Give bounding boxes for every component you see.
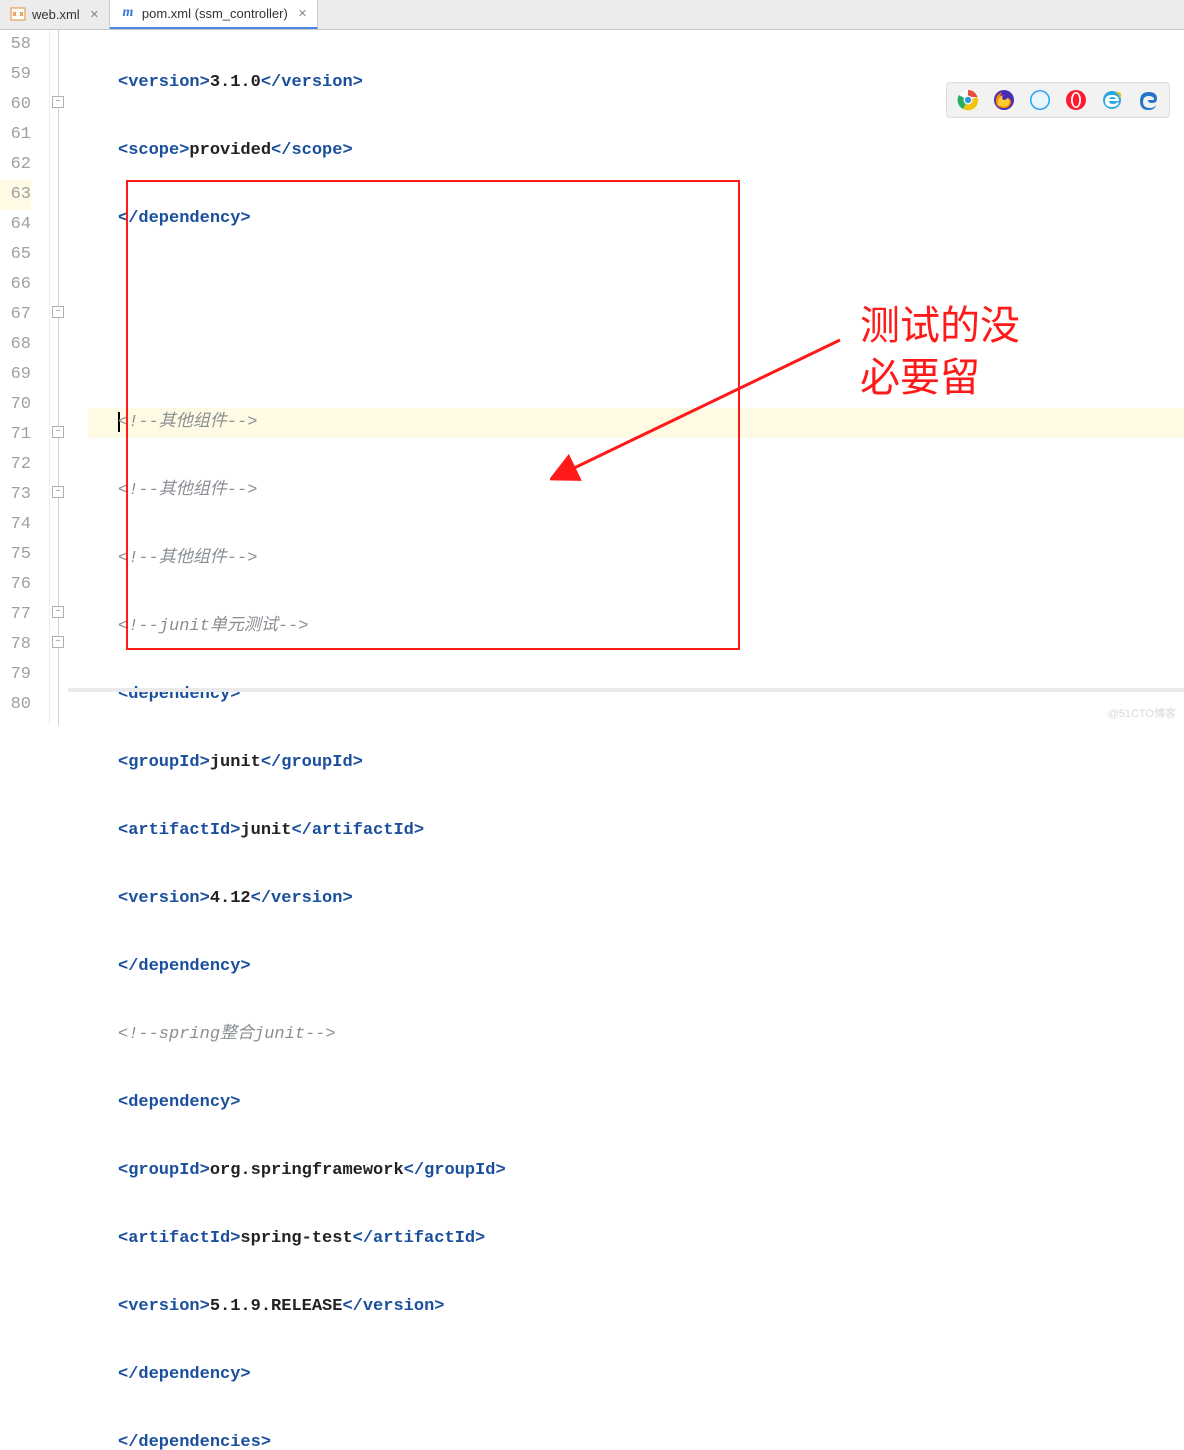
opera-icon[interactable] <box>1065 89 1087 111</box>
line-number: 73 <box>0 480 31 510</box>
code-line[interactable]: </dependencies> <box>88 1428 1184 1450</box>
code-line[interactable]: <dependency> <box>88 680 1184 710</box>
watermark-text: @51CTO博客 <box>1108 705 1176 721</box>
ie-icon[interactable] <box>1101 89 1123 111</box>
line-number: 77 <box>0 600 31 630</box>
line-number: 72 <box>0 450 31 480</box>
line-number: 75 <box>0 540 31 570</box>
annotation-text: 测试的没 必要留 <box>860 300 1020 404</box>
line-number: 65 <box>0 240 31 270</box>
tab-label: web.xml <box>32 7 80 22</box>
line-number: 76 <box>0 570 31 600</box>
line-number: 78 <box>0 630 31 660</box>
line-number: 69 <box>0 360 31 390</box>
line-number: 67 <box>0 300 31 330</box>
fold-toggle-icon[interactable]: – <box>52 606 64 618</box>
close-icon[interactable]: ✕ <box>298 7 307 20</box>
line-number: 74 <box>0 510 31 540</box>
edge-icon[interactable] <box>1137 89 1159 111</box>
annotation-line: 测试的没 <box>860 300 1020 352</box>
code-line[interactable]: </dependency> <box>88 204 1184 234</box>
line-number: 66 <box>0 270 31 300</box>
xml-file-icon <box>10 6 26 22</box>
code-line[interactable]: <!--junit单元测试--> <box>88 612 1184 642</box>
code-line[interactable]: <!--其他组件--> <box>88 544 1184 574</box>
line-number: 80 <box>0 690 31 720</box>
firefox-icon[interactable] <box>993 89 1015 111</box>
fold-column[interactable]: – – – – – – <box>50 30 68 725</box>
tab-label: pom.xml (ssm_controller) <box>142 6 288 21</box>
code-line[interactable]: <artifactId>spring-test</artifactId> <box>88 1224 1184 1254</box>
line-number: 79 <box>0 660 31 690</box>
line-number: 71 <box>0 420 31 450</box>
fold-toggle-icon[interactable]: – <box>52 96 64 108</box>
annotation-arrow <box>550 320 860 490</box>
browser-preview-toolbar <box>946 82 1170 118</box>
tab-pomxml[interactable]: m pom.xml (ssm_controller) ✕ <box>110 0 318 29</box>
fold-toggle-icon[interactable]: – <box>52 636 64 648</box>
code-line[interactable]: <version>4.12</version> <box>88 884 1184 914</box>
code-line[interactable]: <artifactId>junit</artifactId> <box>88 816 1184 846</box>
line-number: 58 <box>0 30 31 60</box>
section-separator <box>68 688 1184 692</box>
code-line[interactable]: </dependency> <box>88 952 1184 982</box>
tab-webxml[interactable]: web.xml ✕ <box>0 0 110 29</box>
line-number: 70 <box>0 390 31 420</box>
safari-icon[interactable] <box>1029 89 1051 111</box>
line-number: 64 <box>0 210 31 240</box>
line-number: 62 <box>0 150 31 180</box>
code-line[interactable]: <groupId>org.springframework</groupId> <box>88 1156 1184 1186</box>
line-number: 59 <box>0 60 31 90</box>
code-line[interactable] <box>88 272 1184 302</box>
annotation-line: 必要留 <box>860 352 1020 404</box>
code-line[interactable]: </dependency> <box>88 1360 1184 1390</box>
line-number: 63 <box>0 180 31 210</box>
line-number: 61 <box>0 120 31 150</box>
fold-toggle-icon[interactable]: – <box>52 426 64 438</box>
tab-bar: web.xml ✕ m pom.xml (ssm_controller) ✕ <box>0 0 1184 30</box>
fold-toggle-icon[interactable]: – <box>52 306 64 318</box>
code-line[interactable]: <dependency> <box>88 1088 1184 1118</box>
code-line[interactable]: <groupId>junit</groupId> <box>88 748 1184 778</box>
chrome-icon[interactable] <box>957 89 979 111</box>
maven-file-icon: m <box>120 5 136 21</box>
line-number: 60 <box>0 90 31 120</box>
code-line[interactable]: <!--spring整合junit--> <box>88 1020 1184 1050</box>
code-line[interactable]: <scope>provided</scope> <box>88 136 1184 166</box>
code-line[interactable]: <version>5.1.9.RELEASE</version> <box>88 1292 1184 1322</box>
line-number: 68 <box>0 330 31 360</box>
line-number-gutter: 5859606162636465666768697071727374757677… <box>0 30 50 725</box>
close-icon[interactable]: ✕ <box>90 8 99 21</box>
fold-toggle-icon[interactable]: – <box>52 486 64 498</box>
